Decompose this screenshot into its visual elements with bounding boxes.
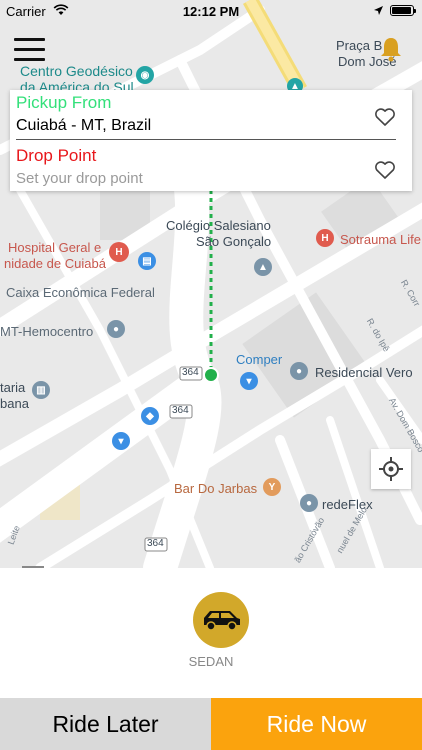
map-label-taria: taria bbox=[0, 380, 26, 395]
map-label-hospital: Hospital Geral e bbox=[8, 240, 102, 255]
map-label-colegio-2: São Gonçalo bbox=[196, 234, 272, 249]
camera-poi-icon: ◉ bbox=[136, 66, 154, 84]
map-label-praca: Praça B bbox=[336, 38, 383, 53]
location-services-icon bbox=[373, 4, 384, 19]
road-364-label: 364 bbox=[182, 367, 199, 378]
notification-bell-button[interactable] bbox=[380, 36, 402, 62]
map-label-colegio: Colégio Salesiano bbox=[166, 218, 271, 233]
menu-icon-bar bbox=[14, 48, 45, 51]
drop-label: Drop Point bbox=[16, 146, 97, 165]
hospital-poi-icon: H bbox=[316, 229, 334, 247]
favorite-drop-button[interactable] bbox=[374, 160, 396, 180]
clock: 12:12 PM bbox=[182, 4, 240, 19]
drop-point-input[interactable] bbox=[16, 170, 346, 187]
my-location-button[interactable] bbox=[371, 449, 411, 489]
pickup-label: Pickup From bbox=[16, 93, 112, 112]
map-label-hemocentro: MT-Hemocentro bbox=[0, 324, 94, 339]
map-label-bar: Bar Do Jarbas bbox=[174, 481, 258, 496]
menu-icon-bar bbox=[14, 58, 45, 61]
status-bar: Carrier 12:12 PM bbox=[0, 0, 422, 22]
map-label-comper: Comper bbox=[236, 352, 283, 367]
crosshair-icon bbox=[379, 457, 403, 481]
map-label-residencial: Residencial Vero bbox=[315, 365, 413, 380]
map-pin-icon: ● bbox=[290, 362, 308, 380]
road-364-label: 364 bbox=[172, 405, 189, 416]
bar-poi-icon: Y bbox=[263, 478, 281, 496]
map-label-hospital-2: nidade de Cuiabá bbox=[4, 256, 106, 271]
vehicle-label: SEDAN bbox=[188, 654, 234, 669]
hospital-poi-icon: H bbox=[109, 242, 129, 262]
pickup-location-field[interactable]: Cuiabá - MT, Brazil bbox=[16, 117, 151, 135]
ride-later-button[interactable]: Ride Later bbox=[0, 698, 211, 750]
divider bbox=[16, 139, 396, 140]
menu-button[interactable] bbox=[14, 38, 46, 64]
museum-poi-icon: ▥ bbox=[32, 381, 50, 399]
shopping-cart-poi-icon: ▾ bbox=[112, 432, 130, 450]
map-view[interactable]: 364 364 364 ◉ Centro Geodésico da Améric… bbox=[0, 0, 422, 568]
bell-icon bbox=[381, 38, 401, 62]
sedan-vehicle-option[interactable] bbox=[193, 592, 249, 648]
ride-now-button[interactable]: Ride Now bbox=[211, 698, 422, 750]
map-pin-icon: ● bbox=[300, 494, 318, 512]
map-label-sotrauma: Sotrauma Life bbox=[340, 232, 421, 247]
map-label-caixa: Caixa Econômica Federal bbox=[6, 285, 155, 300]
map-pin-icon: ● bbox=[107, 320, 125, 338]
map-label-centro: Centro Geodésico bbox=[20, 63, 133, 79]
shopping-cart-poi-icon: ▾ bbox=[240, 372, 258, 390]
heart-icon bbox=[375, 108, 395, 126]
road-364-label: 364 bbox=[147, 538, 164, 549]
shopping-bag-poi-icon: ◆ bbox=[141, 407, 159, 425]
heart-icon bbox=[375, 161, 395, 179]
battery-icon bbox=[390, 5, 416, 16]
school-poi-icon: ▲ bbox=[254, 258, 272, 276]
location-search-card: Pickup From Cuiabá - MT, Brazil Drop Poi… bbox=[10, 90, 412, 191]
vehicle-selector: SEDAN bbox=[0, 568, 422, 698]
car-icon bbox=[204, 611, 240, 631]
map-label-taria-2: bana bbox=[0, 396, 29, 411]
bank-poi-icon: ▤ bbox=[138, 252, 156, 270]
menu-icon-bar bbox=[14, 38, 45, 41]
favorite-pickup-button[interactable] bbox=[374, 107, 396, 127]
